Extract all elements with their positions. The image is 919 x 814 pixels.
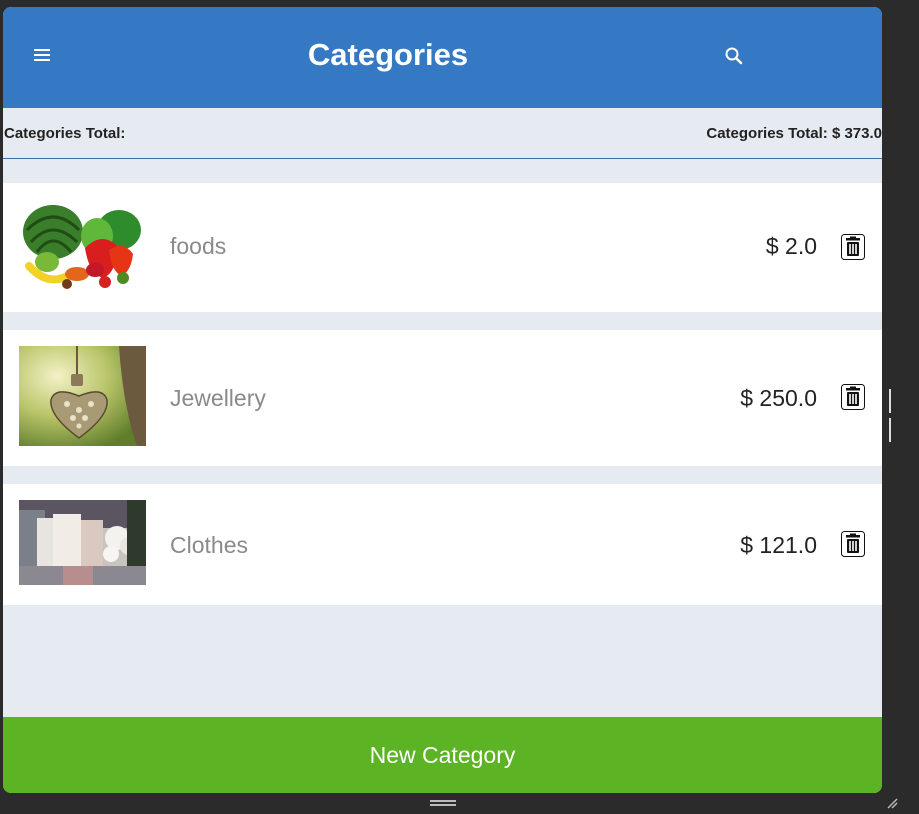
new-category-button[interactable]: New Category [3,717,882,793]
heart-pendant-photo [19,346,146,446]
vegetables-fruits-photo [19,200,146,295]
totals-bar: Categories Total: Categories Total: $ 37… [3,108,882,159]
trash-icon[interactable] [841,384,865,410]
category-price: $ 121.0 [740,532,817,558]
totals-value: Categories Total: $ 373.0 [706,125,882,142]
app-header: Categories [3,7,882,108]
app-window: Categories Categories Total: Categories … [3,7,882,793]
category-price: $ 2.0 [765,233,817,259]
page-title: Categories [307,37,469,72]
category-row-jewellery[interactable]: Jewellery $ 250.0 [3,330,882,466]
clothing-display-photo [19,500,146,585]
category-name: foods [170,233,227,259]
trash-icon[interactable] [841,234,865,260]
search-icon[interactable] [723,45,745,67]
bottom-resize-handle[interactable] [430,800,456,808]
trash-icon[interactable] [841,531,865,557]
category-row-foods[interactable]: foods $ 2.0 [3,183,882,312]
side-resize-handle[interactable] [889,389,895,442]
category-name: Jewellery [170,385,266,411]
category-row-clothes[interactable]: Clothes $ 121.0 [3,484,882,605]
category-name: Clothes [170,532,248,558]
resize-grip-icon[interactable] [886,797,898,809]
totals-label: Categories Total: [4,125,126,142]
category-price: $ 250.0 [740,385,817,411]
